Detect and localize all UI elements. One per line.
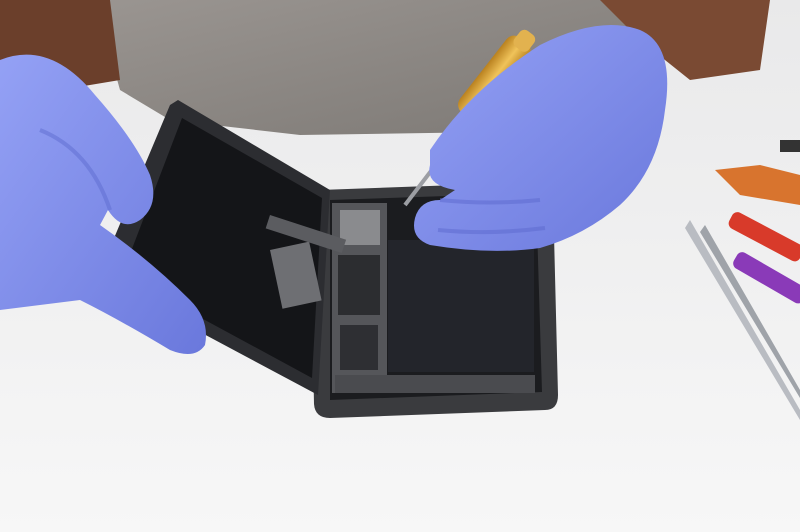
repair-photo [0,0,800,532]
board-shield-3 [340,325,378,370]
photo-canvas [0,0,800,532]
battery [388,240,534,372]
board-shield-2 [338,255,380,315]
tool-tip-dark [780,140,800,152]
bottom-connector [335,375,535,393]
